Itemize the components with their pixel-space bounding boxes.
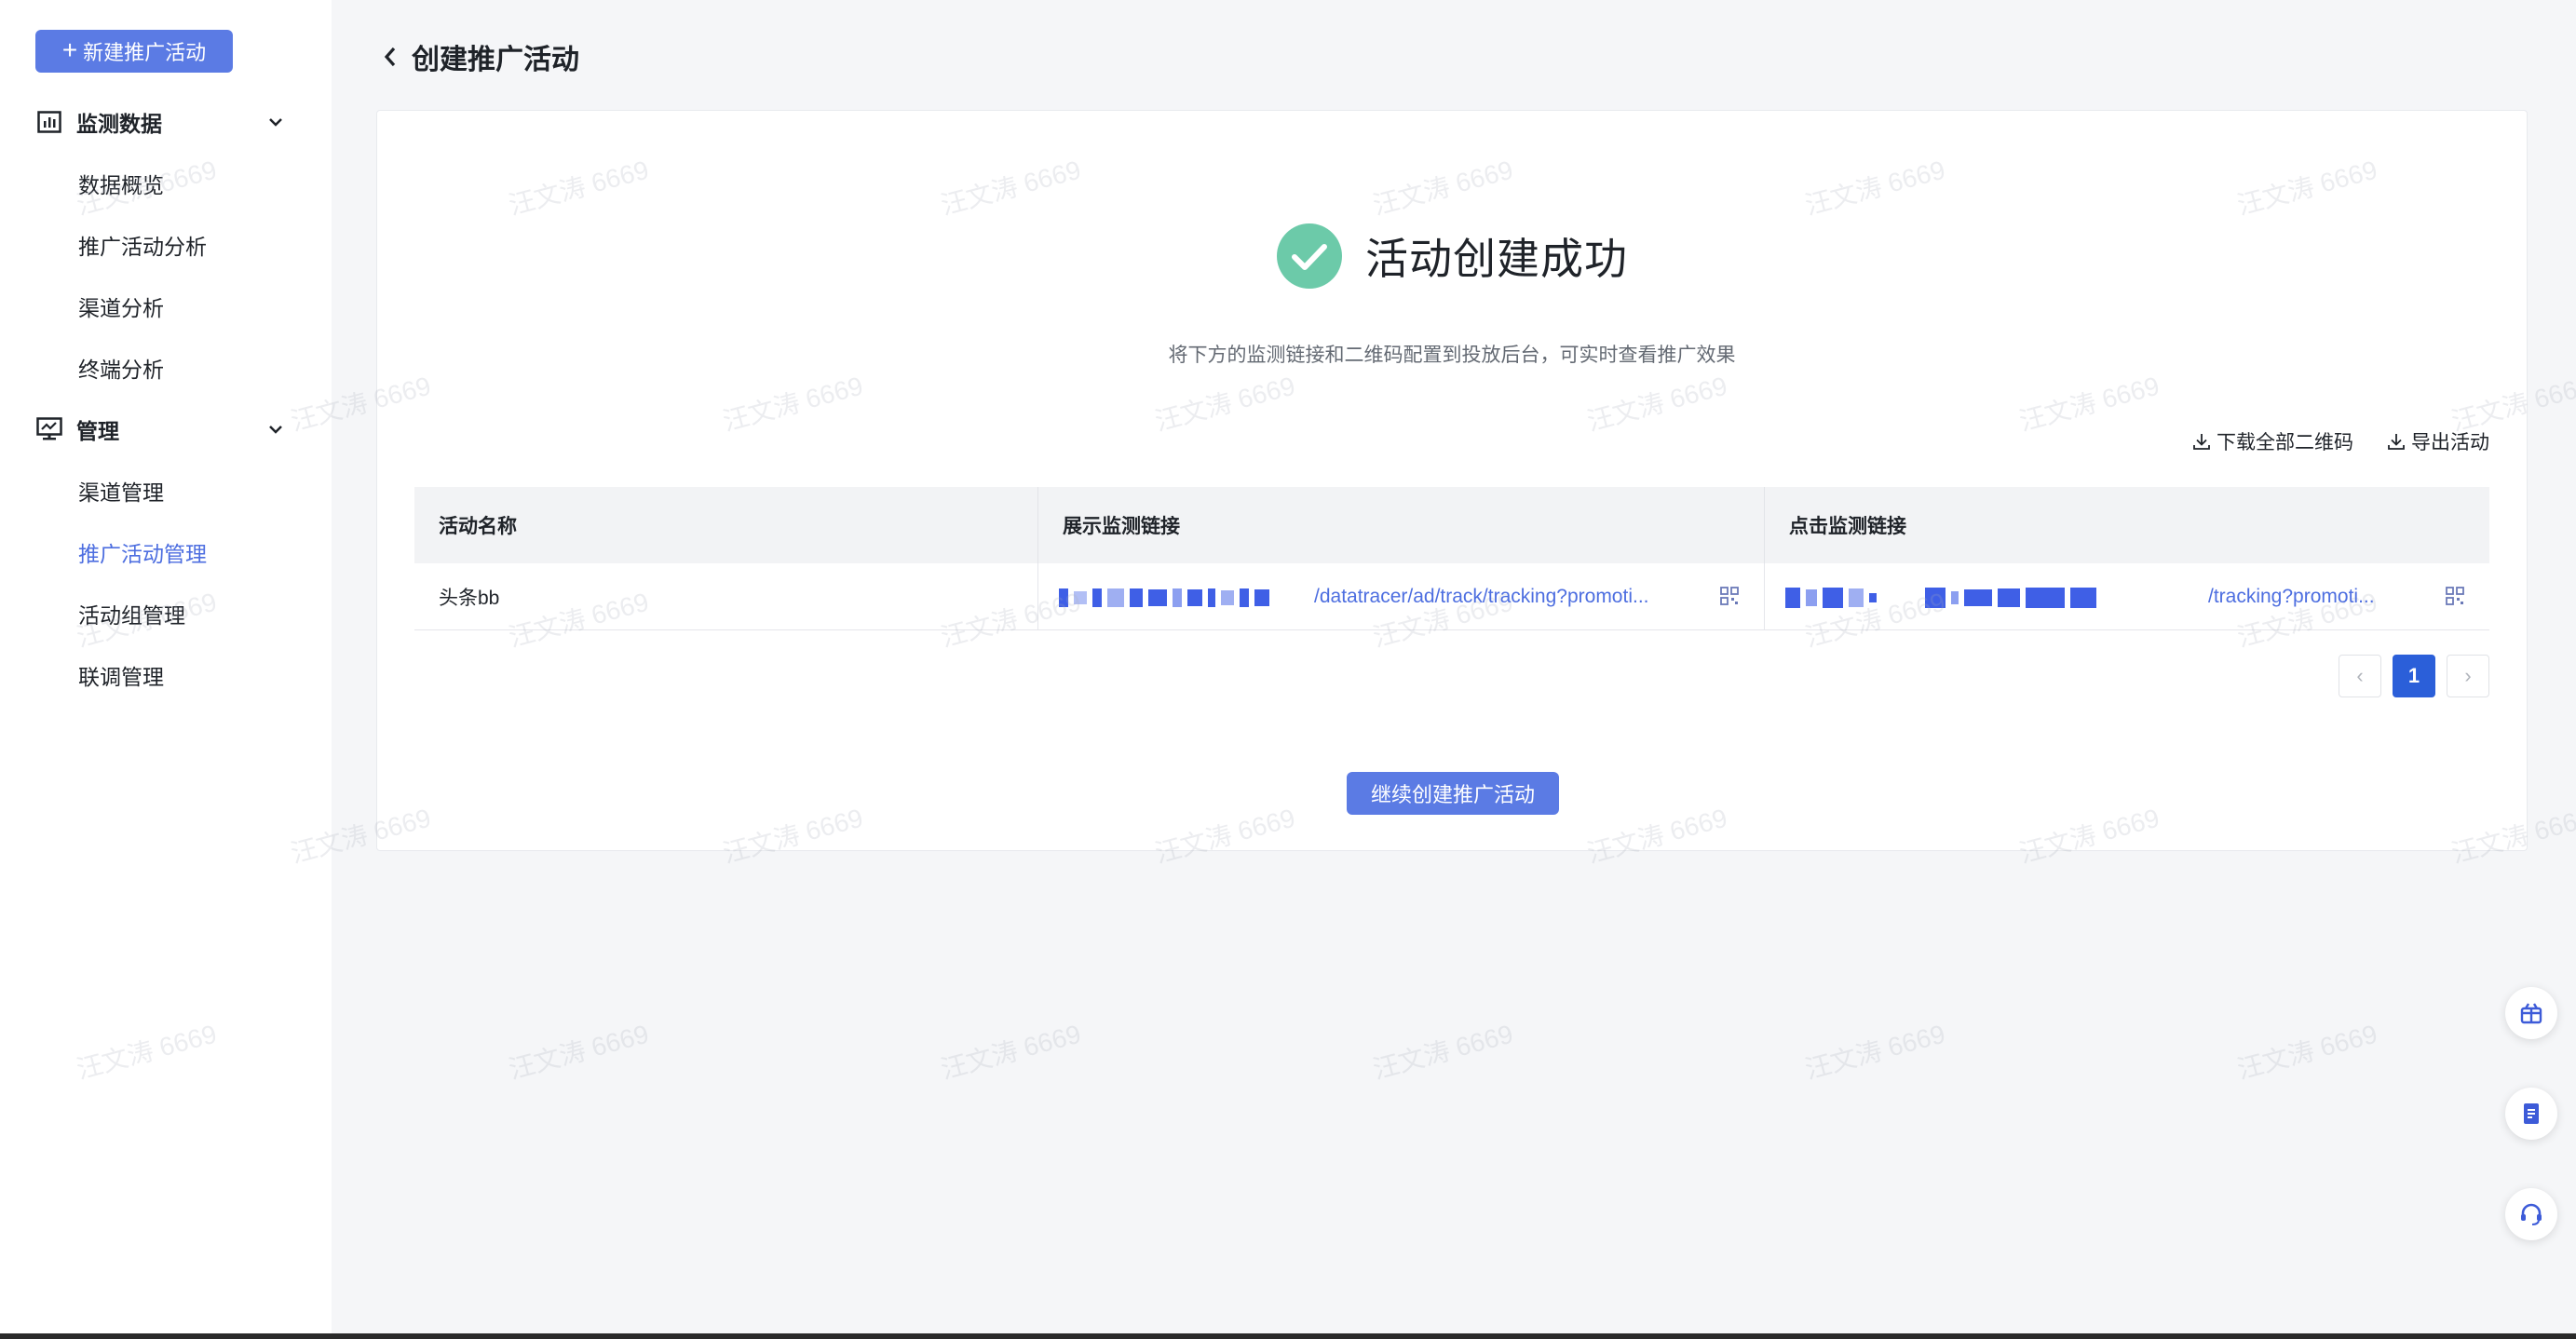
sidebar-item-group-management[interactable]: 活动组管理	[78, 595, 185, 632]
click-link-cell: /tracking?promoti...	[1765, 563, 2489, 629]
window-bottom-edge	[0, 1333, 2576, 1339]
campaign-table: 活动名称 展示监测链接 点击监测链接 头条bb /datatracer/ad/t…	[414, 487, 2489, 630]
page-title: 创建推广活动	[412, 45, 579, 75]
headset-icon	[2521, 1203, 2542, 1225]
watermark-text: 汪文涛 6669	[1802, 1019, 1948, 1085]
watermark-text: 汪文涛 6669	[938, 1019, 1084, 1085]
sidebar-item-channel-analysis[interactable]: 渠道分析	[78, 288, 164, 325]
sidebar-item-joint-debug[interactable]: 联调管理	[78, 656, 164, 694]
menu-group-label: 监测数据	[76, 112, 162, 136]
page-header: 创建推广活动	[380, 37, 579, 76]
column-header-name: 活动名称	[414, 487, 1038, 563]
column-header-impression-link: 展示监测链接	[1038, 487, 1765, 563]
redacted-mosaic	[1785, 584, 2096, 612]
sidebar-item-channel-management[interactable]: 渠道管理	[78, 472, 164, 509]
new-campaign-button[interactable]: + 新建推广活动	[35, 30, 233, 73]
success-subtitle: 将下方的监测链接和二维码配置到投放后台，可实时查看推广效果	[1168, 345, 1736, 366]
sidebar-item-campaign-management[interactable]: 推广活动管理	[78, 534, 207, 571]
pagination: ‹ 1 ›	[2339, 655, 2489, 697]
click-link[interactable]: /tracking?promoti...	[2208, 586, 2375, 608]
result-card: 活动创建成功 将下方的监测链接和二维码配置到投放后台，可实时查看推广效果 下载全…	[376, 110, 2528, 851]
new-campaign-label: 新建推广活动	[83, 41, 207, 64]
chevron-down-icon	[269, 426, 282, 434]
sidebar-item-data-overview[interactable]: 数据概览	[78, 165, 164, 202]
prev-page-button[interactable]: ‹	[2339, 655, 2381, 697]
page-button-current[interactable]: 1	[2393, 655, 2435, 697]
watermark-text: 汪文涛 6669	[506, 1019, 652, 1085]
qr-code-icon[interactable]	[1719, 586, 1740, 606]
next-page-button[interactable]: ›	[2447, 655, 2489, 697]
success-banner: 活动创建成功	[377, 223, 2527, 290]
table-row: 头条bb /datatracer/ad/track/tracking?promo…	[414, 563, 2489, 630]
redacted-mosaic	[1059, 584, 1269, 612]
column-header-click-link: 点击监测链接	[1789, 516, 1906, 537]
watermark-text: 汪文涛 6669	[2234, 1019, 2380, 1085]
bar-chart-icon	[35, 108, 63, 136]
back-arrow-icon[interactable]	[380, 45, 400, 69]
sidebar-item-campaign-analysis[interactable]: 推广活动分析	[78, 226, 207, 264]
sidebar-item-terminal-analysis[interactable]: 终端分析	[78, 349, 164, 386]
menu-group-label: 管理	[76, 419, 119, 443]
menu-group-management[interactable]: 管理	[35, 411, 287, 448]
campaign-name-cell: 头条bb	[414, 563, 1038, 629]
export-campaign-button[interactable]: 导出活动	[2387, 427, 2489, 455]
watermark-text: 汪文涛 6669	[1370, 1019, 1516, 1085]
document-icon	[2524, 1103, 2539, 1124]
impression-link[interactable]: /datatracer/ad/track/tracking?promoti...	[1314, 586, 1649, 608]
menu-group-monitoring[interactable]: 监测数据	[35, 103, 287, 141]
gift-float-button[interactable]	[2505, 987, 2557, 1039]
sidebar: + 新建推广活动 监测数据 数据概览 推广活动分析 渠道分析 终端分析 管理 渠…	[0, 0, 332, 1339]
continue-create-button[interactable]: 继续创建推广活动	[1347, 772, 1559, 815]
plus-icon: +	[61, 34, 78, 64]
gift-box-icon	[2520, 1003, 2542, 1024]
support-float-button[interactable]	[2505, 1188, 2557, 1240]
qr-code-icon[interactable]	[2445, 586, 2465, 606]
download-icon	[2193, 434, 2210, 450]
export-campaign-label: 导出活动	[2411, 432, 2489, 453]
download-all-qr-button[interactable]: 下载全部二维码	[2192, 427, 2353, 455]
success-title: 活动创建成功	[1365, 235, 1628, 283]
chevron-down-icon	[269, 118, 282, 127]
impression-link-cell: /datatracer/ad/track/tracking?promoti...	[1038, 563, 1765, 629]
monitor-icon	[35, 415, 63, 443]
docs-float-button[interactable]	[2505, 1088, 2557, 1140]
table-header: 活动名称 展示监测链接 点击监测链接	[414, 487, 2489, 563]
download-all-qr-label: 下载全部二维码	[2217, 432, 2353, 453]
table-actions: 下载全部二维码 导出活动	[2192, 427, 2489, 455]
download-icon	[2388, 434, 2405, 450]
check-circle-icon	[1277, 223, 1342, 289]
